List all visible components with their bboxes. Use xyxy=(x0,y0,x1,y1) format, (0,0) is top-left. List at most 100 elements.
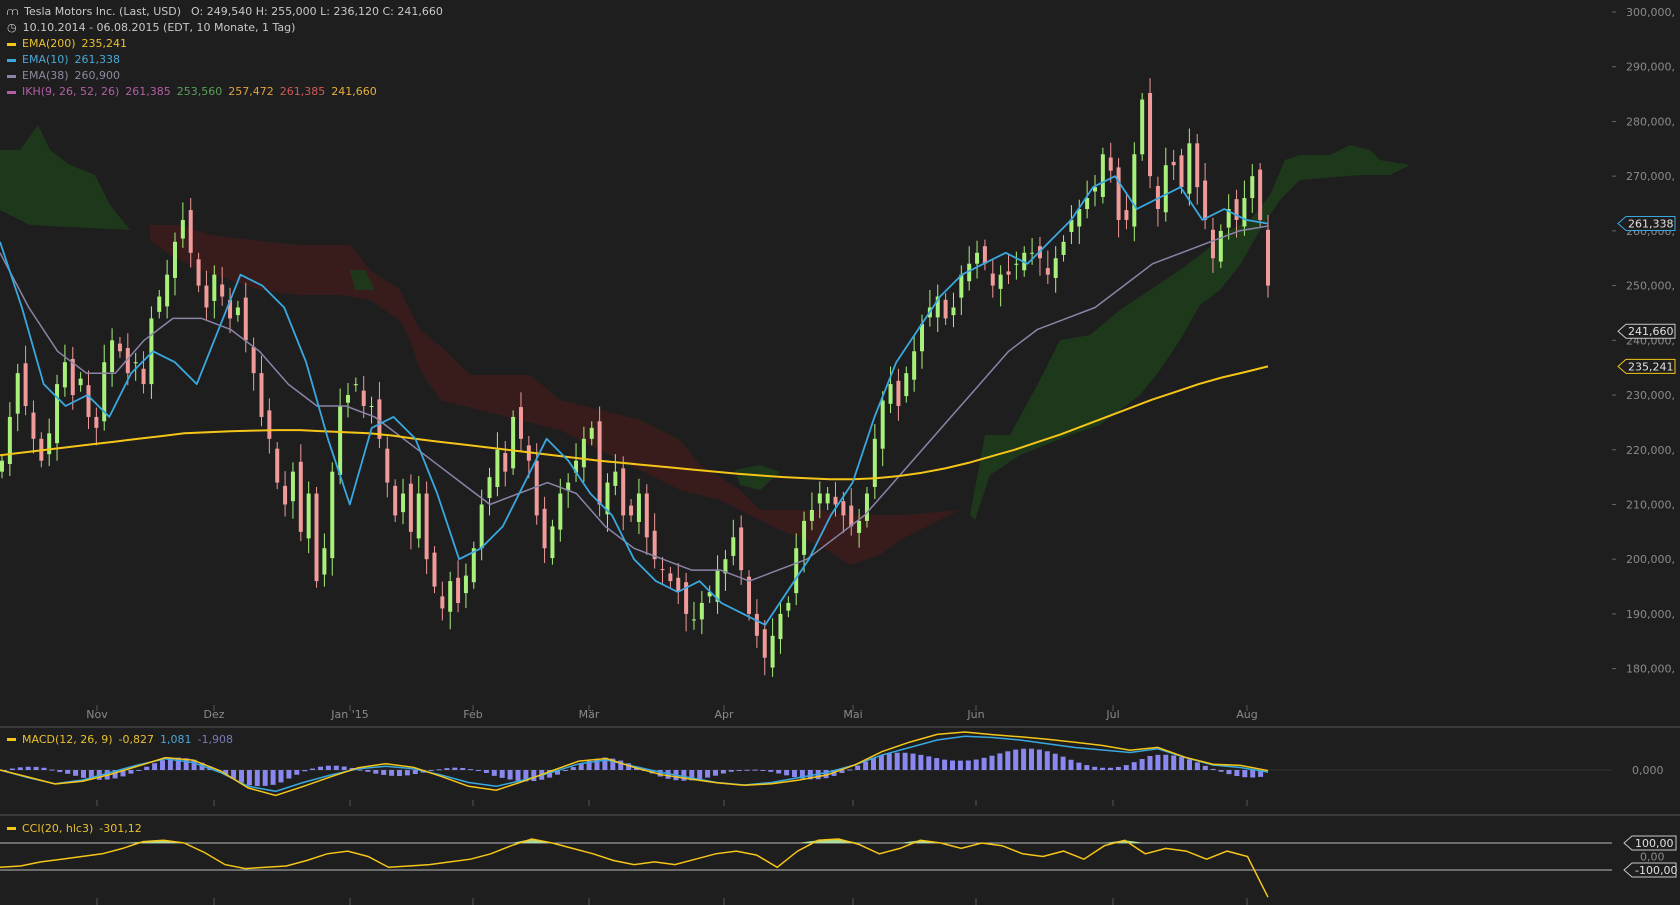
macd-histogram-bar xyxy=(1029,748,1034,770)
candle-body xyxy=(794,548,799,594)
candle-body xyxy=(456,577,461,603)
candle-body xyxy=(345,395,350,403)
price-tag: 235,241 xyxy=(1617,358,1676,374)
candle-body xyxy=(581,438,586,468)
macd-histogram-bar xyxy=(713,770,718,776)
x-tick-label: Apr xyxy=(714,708,734,721)
macd-histogram-bar xyxy=(1155,754,1161,770)
cci-axis-tag-label: 100,00 xyxy=(1635,837,1674,850)
cci-label: CCI(20, hlc3) xyxy=(22,822,94,835)
macd-histogram-bar xyxy=(847,769,853,771)
macd-histogram-bar xyxy=(973,759,979,770)
candle-body xyxy=(495,449,500,487)
candle-body xyxy=(597,421,602,505)
macd-histogram-bar xyxy=(294,770,300,775)
macd-histogram-bar xyxy=(1100,767,1106,770)
candle-body xyxy=(259,373,264,417)
candle-body xyxy=(762,629,767,658)
candle-body xyxy=(432,552,437,587)
candle-body xyxy=(699,602,704,620)
macd-histogram-bar xyxy=(1115,766,1121,770)
macd-histogram-bar xyxy=(942,759,948,770)
macd-histogram-bar xyxy=(389,770,395,776)
candle-body xyxy=(416,493,421,539)
macd-histogram-bar xyxy=(302,770,308,772)
macd-histogram-bar xyxy=(768,770,774,772)
candle-body xyxy=(896,380,901,406)
macd-histogram-bar xyxy=(1218,770,1224,772)
candle-body xyxy=(864,493,869,521)
candle-body xyxy=(306,493,311,539)
macd-histogram-bar xyxy=(325,765,331,770)
y-tick-label: 270,000, xyxy=(1626,170,1675,183)
macd-histogram-bar xyxy=(81,770,86,778)
candle-body xyxy=(1195,143,1200,188)
macd-value-2: 1,081 xyxy=(160,733,192,746)
clock-icon: ◷ xyxy=(7,21,17,34)
candle-body xyxy=(94,416,99,428)
chart-canvas[interactable]: 300,000,290,000,280,000,270,000,260,000,… xyxy=(0,0,1680,905)
macd-histogram-bar xyxy=(752,769,758,771)
candle-body xyxy=(298,461,303,532)
candle-body xyxy=(1242,198,1247,227)
symbol-name: Tesla Motors Inc. (Last, USD) xyxy=(24,5,182,18)
candle-body xyxy=(283,485,288,505)
candle-body xyxy=(550,526,555,559)
candle-body xyxy=(212,274,217,301)
candle-body xyxy=(275,448,280,483)
candle-body xyxy=(920,323,925,352)
macd-histogram-bar xyxy=(144,766,150,770)
candle-body xyxy=(1171,161,1176,166)
candle-body xyxy=(180,219,185,239)
macd-histogram-bar xyxy=(1226,770,1232,775)
macd-histogram-bar xyxy=(270,770,276,785)
macd-histogram-bar xyxy=(578,763,584,770)
candle-body xyxy=(393,485,398,516)
macd-histogram-bar xyxy=(254,770,260,787)
macd-histogram-bar xyxy=(1044,751,1050,770)
macd-histogram-bar xyxy=(152,763,158,770)
macd-histogram-bar xyxy=(33,766,39,770)
macd-histogram-bar xyxy=(1250,770,1256,778)
y-tick-label: 290,000, xyxy=(1626,61,1675,74)
macd-histogram-bar xyxy=(1131,762,1137,770)
candle-body xyxy=(644,493,649,538)
macd-histogram-bar xyxy=(1021,748,1027,770)
candle-body xyxy=(558,493,563,530)
candle-body xyxy=(1053,258,1058,278)
candle-body xyxy=(825,493,830,504)
cci-swatch xyxy=(7,827,16,830)
ikh-value-4: 261,385 xyxy=(279,85,326,98)
candle-body xyxy=(165,274,170,307)
macd-histogram-bar xyxy=(1171,755,1177,770)
candle-body xyxy=(1203,180,1208,220)
macd-histogram-bar xyxy=(997,753,1003,770)
candle-body xyxy=(47,433,52,455)
candle-body xyxy=(330,471,335,559)
candle-body xyxy=(1187,143,1192,194)
candle-body xyxy=(1266,229,1270,286)
x-tick-label: Nov xyxy=(86,708,108,721)
macd-histogram-bar xyxy=(286,770,292,779)
legend-ema200: EMA(200) 235,241 xyxy=(7,36,443,52)
y-tick-label: 190,000, xyxy=(1626,608,1675,621)
candle-body xyxy=(401,493,406,513)
candle-body xyxy=(1132,154,1137,227)
candle-body xyxy=(1250,176,1255,199)
macd-histogram-bar xyxy=(989,755,995,770)
macd-histogram-bar xyxy=(910,753,916,770)
candle-body xyxy=(172,241,177,278)
candle-body xyxy=(141,368,146,385)
macd-histogram-bar xyxy=(981,757,987,770)
macd-histogram-bar xyxy=(1036,749,1042,770)
macd-histogram-bar xyxy=(1202,765,1208,770)
ema38-value: 260,900 xyxy=(74,69,121,82)
macd-histogram-bar xyxy=(570,767,576,770)
candle-body xyxy=(243,297,248,341)
candle-body xyxy=(951,307,956,316)
y-tick-label: 210,000, xyxy=(1626,498,1675,511)
macd-histogram-bar xyxy=(562,770,568,771)
candle-body xyxy=(424,493,429,560)
price-tag-label: 235,241 xyxy=(1628,360,1674,373)
price-tag-label: 261,338 xyxy=(1628,218,1674,231)
